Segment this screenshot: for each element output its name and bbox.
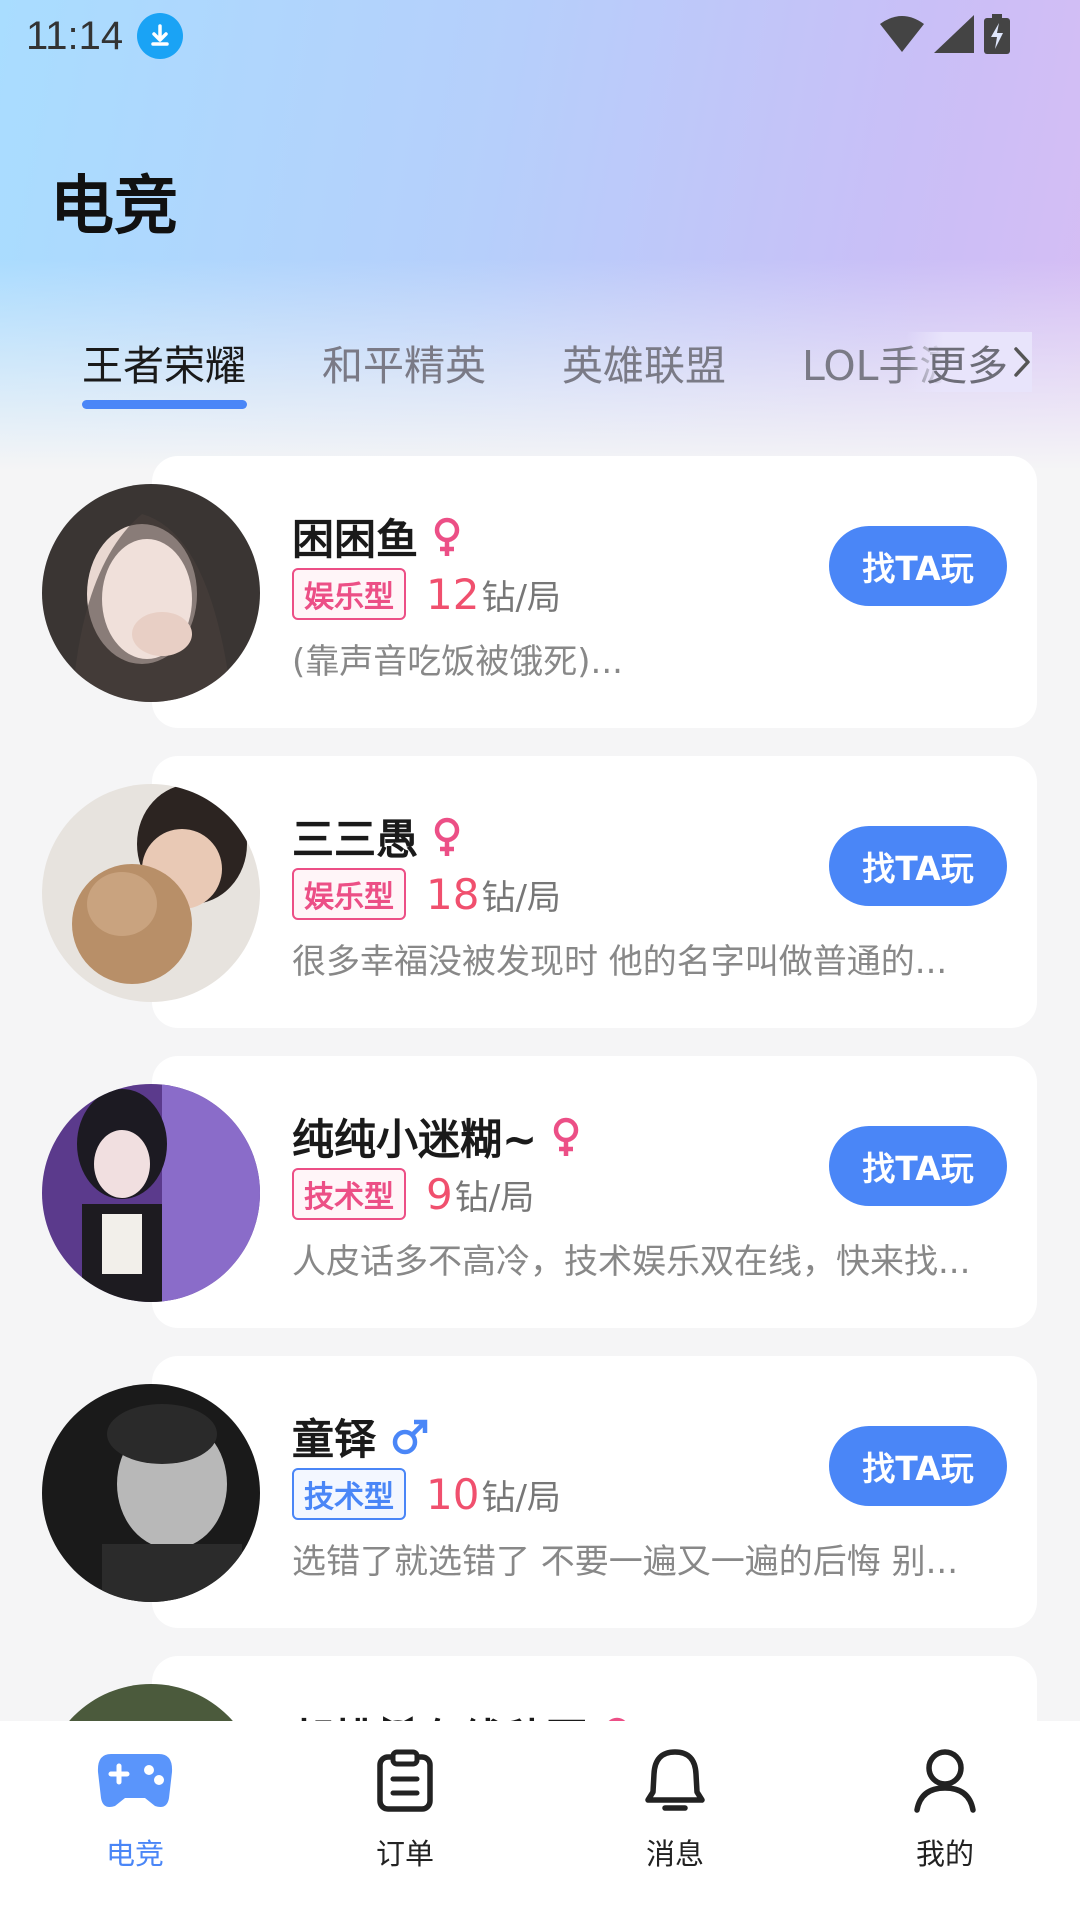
price-unit: 钻/局: [454, 1177, 535, 1218]
player-name-row: 童铎: [292, 1406, 430, 1467]
player-info-row: 技术型 10 钻/局: [292, 1468, 561, 1520]
tab-wangzhe[interactable]: 王者荣耀: [82, 332, 246, 392]
player-name: 胡桃😈在线秒回: [292, 1706, 588, 1721]
nav-label: 电竞: [105, 1837, 164, 1871]
clipboard-icon: [365, 1741, 445, 1821]
nav-label: 消息: [645, 1837, 704, 1871]
nav-label: 我的: [915, 1837, 974, 1871]
price-unit: 钻/局: [481, 877, 561, 918]
avatar[interactable]: [42, 1384, 260, 1602]
game-tabs: 王者荣耀 和平精英 英雄联盟 LOL手游 更多: [0, 320, 1080, 410]
find-player-button[interactable]: 找TA玩: [829, 1426, 1007, 1506]
nav-profile[interactable]: 我的: [810, 1721, 1080, 1920]
avatar[interactable]: [42, 784, 260, 1002]
male-icon: [390, 1417, 430, 1457]
player-type-tag: 技术型: [292, 1168, 406, 1220]
player-name-row: 三三愚: [292, 806, 462, 867]
gamepad-icon: [95, 1741, 175, 1821]
player-description: 选错了就选错了 不要一遍又一遍的后悔 别...: [292, 1542, 959, 1582]
player-info-row: 技术型 9 钻/局: [292, 1168, 534, 1220]
player-name: 纯纯小迷糊~: [292, 1115, 538, 1164]
player-price: 10: [426, 1469, 480, 1519]
player-price: 9: [426, 1169, 453, 1219]
more-tabs-button[interactable]: 更多: [906, 332, 1032, 392]
battery-icon: [984, 14, 1010, 58]
female-icon: [432, 816, 462, 858]
player-name: 困困鱼: [292, 515, 419, 564]
player-info-row: 娱乐型 18 钻/局: [292, 868, 561, 920]
price-unit: 钻/局: [481, 577, 561, 618]
player-list[interactable]: 困困鱼 娱乐型 12 钻/局 (靠声音吃饭被饿死)... 找TA玩 三三愚 娱乐…: [0, 456, 1080, 1721]
nav-esports[interactable]: 电竞: [0, 1721, 270, 1920]
page-title: 电竞: [50, 170, 178, 244]
user-icon: [905, 1741, 985, 1821]
tab-heping[interactable]: 和平精英: [322, 332, 486, 392]
player-type-tag: 娱乐型: [292, 568, 406, 620]
player-price: 12: [426, 569, 480, 619]
female-icon: [432, 516, 462, 558]
status-time: 11:14: [26, 13, 124, 58]
player-description: 很多幸福没被发现时 他的名字叫做普通的...: [292, 942, 948, 982]
player-name: 童铎: [292, 1415, 377, 1464]
wifi-icon: [880, 16, 924, 56]
player-name-row: 纯纯小迷糊~: [292, 1106, 581, 1167]
avatar[interactable]: [42, 1084, 260, 1302]
nav-label: 订单: [375, 1837, 434, 1871]
nav-orders[interactable]: 订单: [270, 1721, 540, 1920]
player-price: 18: [426, 869, 480, 919]
player-info-row: 娱乐型 12 钻/局: [292, 568, 561, 620]
more-label: 更多: [926, 342, 1008, 390]
player-name-row: 困困鱼: [292, 506, 462, 567]
player-type-tag: 技术型: [292, 1468, 406, 1520]
bottom-navigation: 电竞 订单 消息 我的: [0, 1721, 1080, 1920]
find-player-button[interactable]: 找TA玩: [829, 526, 1007, 606]
nav-messages[interactable]: 消息: [540, 1721, 810, 1920]
download-icon: [137, 13, 184, 59]
player-name-row: 胡桃😈在线秒回: [292, 1706, 632, 1721]
tab-yingxiong[interactable]: 英雄联盟: [562, 332, 726, 392]
player-name: 三三愚: [292, 815, 419, 864]
find-player-button[interactable]: 找TA玩: [829, 1126, 1007, 1206]
signal-icon: [934, 15, 974, 57]
chevron-right-icon: [1012, 345, 1032, 379]
status-bar: 11:14: [0, 0, 1080, 72]
find-player-button[interactable]: 找TA玩: [829, 826, 1007, 906]
female-icon: [551, 1116, 581, 1158]
player-description: (靠声音吃饭被饿死)...: [292, 642, 623, 682]
player-description: 人皮话多不高冷，技术娱乐双在线，快来找...: [292, 1242, 971, 1282]
bell-icon: [635, 1741, 715, 1821]
price-unit: 钻/局: [481, 1477, 561, 1518]
avatar[interactable]: [42, 484, 260, 702]
active-tab-indicator: [82, 400, 247, 409]
player-type-tag: 娱乐型: [292, 868, 406, 920]
